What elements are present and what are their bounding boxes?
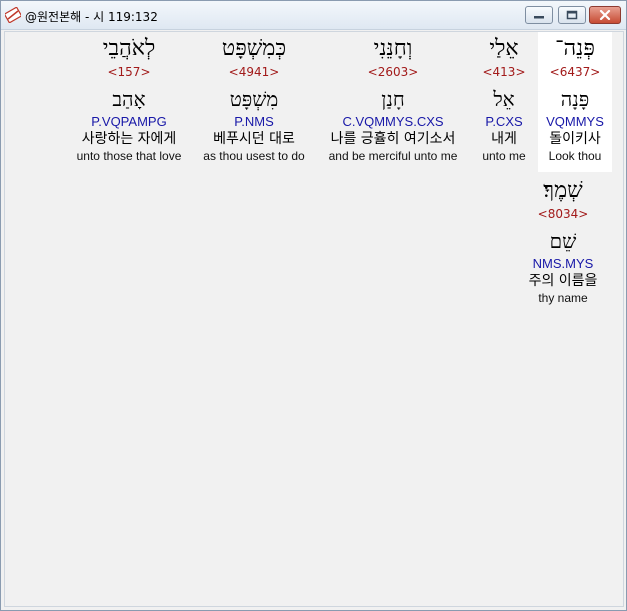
english-gloss: as thou usest to do <box>203 149 305 163</box>
minimize-button[interactable] <box>525 6 553 24</box>
bible-app-icon[interactable] <box>3 6 23 24</box>
title-bar[interactable]: @원전본해 - 시 119:132 <box>1 1 626 30</box>
korean-gloss: 나를 긍휼히 여기소서 <box>330 131 456 147</box>
word-block-5[interactable]: לְאֹהֲבֵי <157> אָהַב P.VQPAMPG 사랑하는 자에게… <box>67 32 191 164</box>
morphology-code: VQMMYS <box>546 114 604 129</box>
hebrew-root: חָנַן <box>381 87 405 111</box>
morphology-code: P.NMS <box>234 114 274 129</box>
morphology-code: NMS.MYS <box>532 256 594 271</box>
morphology-code: P.VQPAMPG <box>91 114 167 129</box>
hebrew-word: שְׁמֶךָ׃ <box>543 178 583 203</box>
hebrew-root: אֵל <box>493 87 515 111</box>
strong-number[interactable]: <4941> <box>193 64 315 80</box>
hebrew-root: אָהַב <box>112 87 146 111</box>
close-button[interactable] <box>589 6 621 24</box>
strong-number[interactable]: <8034> <box>519 206 607 222</box>
english-gloss: unto those that love <box>76 149 182 163</box>
english-gloss: Look thou <box>548 149 602 163</box>
hebrew-word: אֵלַי <box>489 36 519 61</box>
strong-number[interactable]: <2603> <box>317 64 469 80</box>
hebrew-word: פְּנֵה־ <box>555 36 595 61</box>
maximize-button[interactable] <box>558 6 586 24</box>
korean-gloss: 주의 이름을 <box>528 273 598 289</box>
strong-number[interactable]: <157> <box>67 64 191 80</box>
strong-number[interactable]: <6437> <box>538 64 612 80</box>
english-gloss: unto me <box>482 149 526 163</box>
app-window: @원전본해 - 시 119:132 פְּנֵה־ <6437> פָּנָה … <box>0 0 627 611</box>
word-block-1[interactable]: פְּנֵה־ <6437> פָּנָה VQMMYS 돌이키사 Look t… <box>538 32 612 172</box>
english-gloss: and be merciful unto me <box>328 149 458 163</box>
interlinear-panel[interactable]: פְּנֵה־ <6437> פָּנָה VQMMYS 돌이키사 Look t… <box>4 31 624 607</box>
korean-gloss: 내게 <box>491 131 517 147</box>
strong-number[interactable]: <413> <box>471 64 537 80</box>
window-title: @원전본해 - 시 119:132 <box>25 10 158 24</box>
hebrew-word: וְחָנֵּנִי <box>373 36 413 61</box>
word-block-6[interactable]: שְׁמֶךָ׃ <8034> שֵׁם NMS.MYS 주의 이름을 thy … <box>519 174 607 306</box>
hebrew-word: כְּמִשְׁפָּט <box>221 36 287 61</box>
korean-gloss: 베푸시던 대로 <box>213 131 295 147</box>
hebrew-root: שֵׁם <box>549 229 577 253</box>
english-gloss: thy name <box>538 291 588 305</box>
word-block-3[interactable]: וְחָנֵּנִי <2603> חָנַן C.VQMMYS.CXS 나를 … <box>317 32 469 164</box>
word-block-4[interactable]: כְּמִשְׁפָּט <4941> מִשְׁפָּט P.NMS 베푸시던… <box>193 32 315 164</box>
hebrew-word: לְאֹהֲבֵי <box>102 36 156 61</box>
morphology-code: P.CXS <box>485 114 523 129</box>
morphology-code: C.VQMMYS.CXS <box>342 114 444 129</box>
hebrew-root: פָּנָה <box>560 87 590 111</box>
word-block-2[interactable]: אֵלַי <413> אֵל P.CXS 내게 unto me <box>471 32 537 164</box>
korean-gloss: 사랑하는 자에게 <box>81 131 177 147</box>
hebrew-root: מִשְׁפָּט <box>229 87 279 111</box>
korean-gloss: 돌이키사 <box>549 131 601 147</box>
